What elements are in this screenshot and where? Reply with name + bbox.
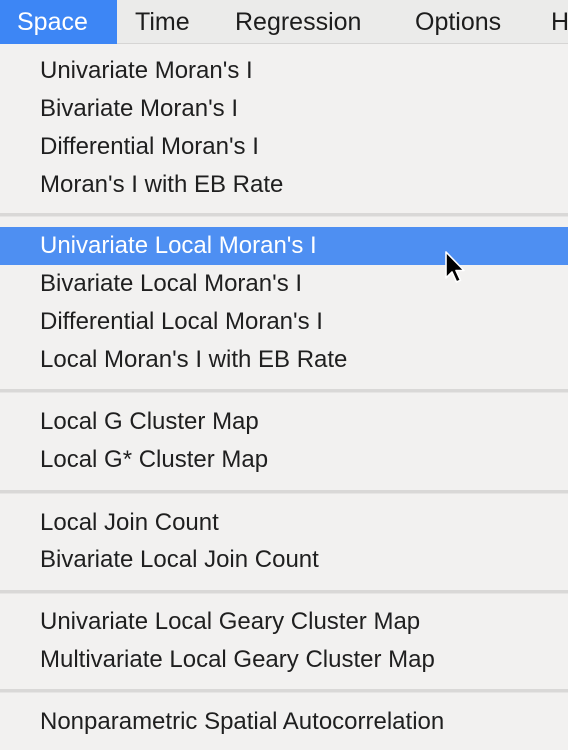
menu-separator — [0, 213, 568, 217]
menu-bar-item-help[interactable]: H — [551, 0, 568, 44]
menu-item-differential-morans-i[interactable]: Differential Moran's I — [0, 128, 568, 166]
menu-item-local-join-count[interactable]: Local Join Count — [0, 504, 568, 542]
space-dropdown-menu: Univariate Moran's I Bivariate Moran's I… — [0, 44, 568, 750]
menu-item-bivariate-local-morans-i[interactable]: Bivariate Local Moran's I — [0, 265, 568, 303]
menu-bar-item-options[interactable]: Options — [415, 0, 501, 44]
menu-bar-item-space[interactable]: Space — [0, 0, 117, 44]
menu-item-local-g-star-cluster-map[interactable]: Local G* Cluster Map — [0, 441, 568, 479]
menu-item-bivariate-local-join-count[interactable]: Bivariate Local Join Count — [0, 541, 568, 579]
menu-separator — [0, 389, 568, 393]
menu-separator — [0, 490, 568, 494]
menu-item-differential-local-morans-i[interactable]: Differential Local Moran's I — [0, 303, 568, 341]
menu-item-local-g-cluster-map[interactable]: Local G Cluster Map — [0, 403, 568, 441]
menu-bar-item-regression[interactable]: Regression — [235, 0, 361, 44]
menu-item-morans-i-eb-rate[interactable]: Moran's I with EB Rate — [0, 166, 568, 204]
menu-item-univariate-local-geary[interactable]: Univariate Local Geary Cluster Map — [0, 603, 568, 641]
menu-bar-item-time[interactable]: Time — [135, 0, 190, 44]
menu-separator — [0, 689, 568, 693]
menu-item-nonparametric-spatial-autocorrelation[interactable]: Nonparametric Spatial Autocorrelation — [0, 703, 568, 741]
arrow-cursor-icon — [445, 251, 465, 283]
menu-item-univariate-morans-i[interactable]: Univariate Moran's I — [0, 52, 568, 90]
menu-item-bivariate-morans-i[interactable]: Bivariate Moran's I — [0, 90, 568, 128]
menu-item-multivariate-local-geary[interactable]: Multivariate Local Geary Cluster Map — [0, 641, 568, 679]
menu-separator — [0, 590, 568, 594]
menu-bar: Space Time Regression Options H — [0, 0, 568, 44]
menu-item-local-morans-i-eb-rate[interactable]: Local Moran's I with EB Rate — [0, 341, 568, 379]
menu-item-univariate-local-morans-i[interactable]: Univariate Local Moran's I — [0, 227, 568, 265]
